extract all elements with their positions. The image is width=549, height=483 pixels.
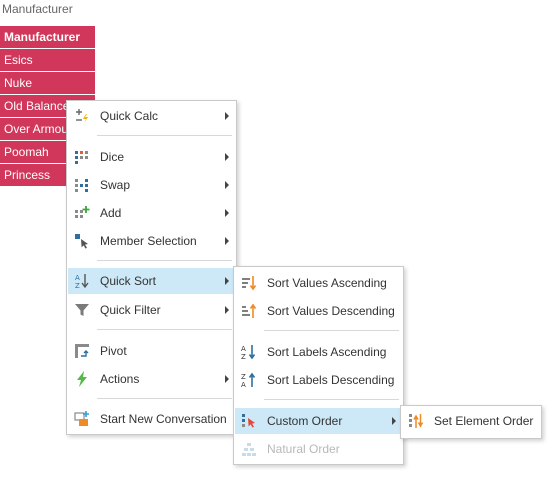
natural-order-icon [239, 441, 259, 457]
chevron-right-icon [225, 306, 229, 314]
svg-text:Z: Z [241, 353, 246, 360]
separator [264, 330, 399, 331]
dice-icon [72, 149, 92, 165]
quick-sort-submenu: Sort Values Ascending Sort Values Descen… [233, 266, 404, 465]
svg-text:A: A [241, 381, 246, 388]
svg-text:Z: Z [241, 373, 246, 381]
menu-item-dice[interactable]: Dice [68, 144, 235, 170]
context-menu: Quick Calc Dice Swap Add Member Selectio… [66, 100, 237, 435]
separator [264, 399, 399, 400]
menu-item-quick-calc[interactable]: Quick Calc [68, 103, 235, 129]
custom-order-submenu: Set Element Order [400, 405, 542, 439]
chevron-right-icon [392, 417, 396, 425]
lightning-icon [72, 371, 92, 387]
chevron-right-icon [225, 237, 229, 245]
chevron-right-icon [225, 153, 229, 161]
menu-item-custom-order[interactable]: Custom Order [235, 408, 402, 434]
member-item-manufacturer[interactable]: Manufacturer [0, 26, 95, 48]
sort-values-descending-icon [239, 303, 259, 319]
menu-item-pivot[interactable]: Pivot [68, 338, 235, 364]
svg-text:A: A [241, 345, 246, 353]
member-item-esics[interactable]: Esics [0, 49, 95, 71]
menu-item-start-new-conversation[interactable]: Start New Conversation [68, 406, 235, 432]
set-element-order-icon [406, 413, 426, 429]
menu-item-sort-values-ascending[interactable]: Sort Values Ascending [235, 270, 402, 296]
member-selection-icon [72, 233, 92, 249]
swap-icon [72, 177, 92, 193]
filter-icon [72, 302, 92, 318]
menu-item-sort-values-descending[interactable]: Sort Values Descending [235, 298, 402, 324]
chevron-right-icon [225, 375, 229, 383]
sort-values-ascending-icon [239, 275, 259, 291]
quick-calc-icon [72, 108, 92, 124]
menu-item-swap[interactable]: Swap [68, 172, 235, 198]
menu-item-quick-sort[interactable]: AZ Quick Sort [68, 268, 235, 294]
separator [97, 135, 232, 136]
menu-item-add[interactable]: Add [68, 200, 235, 226]
separator [97, 260, 232, 261]
svg-text:Z: Z [75, 282, 80, 289]
dimension-header-label: Manufacturer [2, 2, 73, 16]
separator [97, 329, 232, 330]
chevron-right-icon [225, 209, 229, 217]
member-item-nuke[interactable]: Nuke [0, 72, 95, 94]
menu-item-actions[interactable]: Actions [68, 366, 235, 392]
add-icon [72, 205, 92, 221]
quick-sort-icon: AZ [72, 273, 92, 289]
separator [97, 398, 232, 399]
menu-item-member-selection[interactable]: Member Selection [68, 228, 235, 254]
custom-order-icon [239, 413, 259, 429]
menu-item-natural-order: Natural Order [235, 436, 402, 462]
conversation-icon [72, 411, 92, 427]
svg-text:A: A [75, 274, 80, 282]
menu-item-quick-filter[interactable]: Quick Filter [68, 297, 235, 323]
sort-labels-ascending-icon: AZ [239, 344, 259, 360]
chevron-right-icon [225, 181, 229, 189]
menu-item-set-element-order[interactable]: Set Element Order [402, 408, 540, 434]
menu-item-sort-labels-ascending[interactable]: AZ Sort Labels Ascending [235, 339, 402, 365]
sort-labels-descending-icon: ZA [239, 372, 259, 388]
chevron-right-icon [225, 277, 229, 285]
pivot-icon [72, 343, 92, 359]
menu-item-sort-labels-descending[interactable]: ZA Sort Labels Descending [235, 367, 402, 393]
chevron-right-icon [225, 112, 229, 120]
